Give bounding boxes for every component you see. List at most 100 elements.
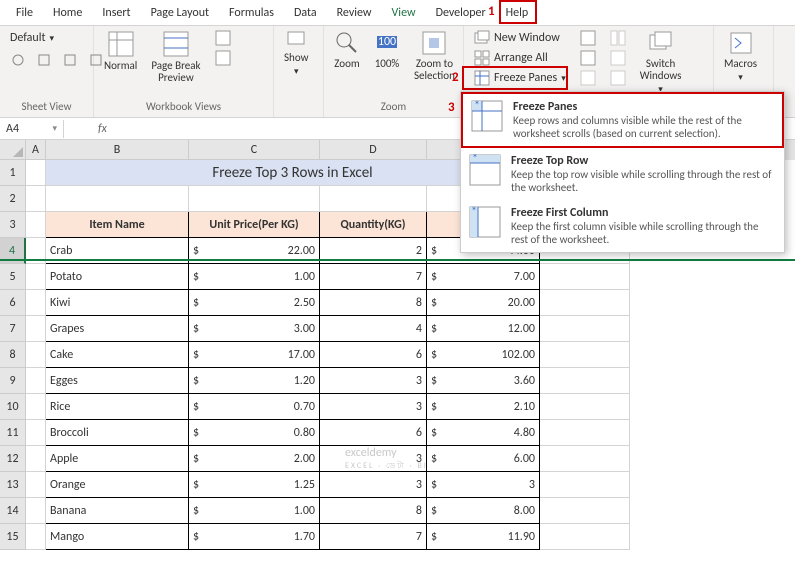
cell-name[interactable]: Egges — [46, 368, 189, 394]
cell-price[interactable]: $1.00 — [189, 264, 320, 290]
fx-icon[interactable]: fx — [90, 122, 115, 136]
cell-qty[interactable]: 3 — [320, 446, 427, 472]
cell-name[interactable]: Rice — [46, 394, 189, 420]
row-8[interactable]: 8 — [0, 342, 26, 368]
cell-qty[interactable]: 4 — [320, 316, 427, 342]
row-3[interactable]: 3 — [0, 212, 26, 238]
split-icon[interactable] — [576, 28, 600, 48]
tab-review[interactable]: Review — [327, 3, 382, 25]
macros-button[interactable]: Macros▾ — [720, 28, 761, 85]
row-15[interactable]: 15 — [0, 524, 26, 550]
select-all[interactable] — [0, 140, 26, 160]
cell-total[interactable]: $3.60 — [427, 368, 540, 394]
sheetview-exit-icon[interactable] — [32, 50, 56, 70]
unhide-icon[interactable] — [576, 68, 600, 88]
tab-data[interactable]: Data — [284, 3, 327, 25]
row-13[interactable]: 13 — [0, 472, 26, 498]
cell-total[interactable]: $12.00 — [427, 316, 540, 342]
freeze-panes-option[interactable]: * Freeze PanesKeep rows and columns visi… — [461, 92, 784, 148]
cell-name[interactable]: Kiwi — [46, 290, 189, 316]
header-item[interactable]: Item Name — [46, 212, 189, 238]
row-2[interactable]: 2 — [0, 186, 26, 212]
freeze-top-row-option[interactable]: * Freeze Top RowKeep the top row visible… — [461, 148, 784, 200]
cell-price[interactable]: $2.50 — [189, 290, 320, 316]
cell-total[interactable]: $20.00 — [427, 290, 540, 316]
cell-qty[interactable]: 8 — [320, 290, 427, 316]
cell-qty[interactable]: 3 — [320, 394, 427, 420]
tab-home[interactable]: Home — [43, 3, 92, 25]
sheetview-keep-icon[interactable] — [6, 50, 30, 70]
cell-name[interactable]: Broccoli — [46, 420, 189, 446]
cell-price[interactable]: $1.70 — [189, 524, 320, 550]
col-B[interactable]: B — [46, 140, 189, 160]
cell-price[interactable]: $17.00 — [189, 342, 320, 368]
sidebyside-icon[interactable] — [606, 28, 630, 48]
cell-qty[interactable]: 8 — [320, 498, 427, 524]
row-6[interactable]: 6 — [0, 290, 26, 316]
tab-insert[interactable]: Insert — [92, 3, 140, 25]
row-14[interactable]: 14 — [0, 498, 26, 524]
cell-price[interactable]: $1.00 — [189, 498, 320, 524]
tab-pagelayout[interactable]: Page Layout — [141, 3, 219, 25]
cell-qty[interactable]: 6 — [320, 342, 427, 368]
cell-qty[interactable]: 7 — [320, 264, 427, 290]
normal-view-button[interactable]: Normal — [100, 28, 141, 74]
freeze-first-col-option[interactable]: * Freeze First ColumnKeep the first colu… — [461, 200, 784, 252]
tab-formulas[interactable]: Formulas — [219, 3, 284, 25]
cell-name[interactable]: Mango — [46, 524, 189, 550]
row-10[interactable]: 10 — [0, 394, 26, 420]
cell-qty[interactable]: 7 — [320, 524, 427, 550]
cell-name[interactable]: Cake — [46, 342, 189, 368]
header-qty[interactable]: Quantity(KG) — [320, 212, 427, 238]
pagebreak-button[interactable]: Page Break Preview — [147, 28, 204, 86]
col-C[interactable]: C — [189, 140, 320, 160]
switch-windows-button[interactable]: Switch Windows▾ — [636, 28, 686, 97]
cell-total[interactable]: $3 — [427, 472, 540, 498]
cell-total[interactable]: $8.00 — [427, 498, 540, 524]
cell-price[interactable]: $2.00 — [189, 446, 320, 472]
row-11[interactable]: 11 — [0, 420, 26, 446]
header-price[interactable]: Unit Price(Per KG) — [189, 212, 320, 238]
cell-price[interactable]: $0.80 — [189, 420, 320, 446]
cell-name[interactable]: Grapes — [46, 316, 189, 342]
cell-total[interactable]: $4.80 — [427, 420, 540, 446]
sheetview-default[interactable]: Default ▾ — [6, 28, 58, 48]
cell-qty[interactable]: 6 — [320, 420, 427, 446]
cell-price[interactable]: $0.70 — [189, 394, 320, 420]
sheetview-new-icon[interactable] — [58, 50, 82, 70]
cell-total[interactable]: $7.00 — [427, 264, 540, 290]
cell-qty[interactable]: 3 — [320, 368, 427, 394]
cell-total[interactable]: $2.10 — [427, 394, 540, 420]
syncscroll-icon[interactable] — [606, 48, 630, 68]
row-1[interactable]: 1 — [0, 160, 26, 186]
cell-total[interactable]: $102.00 — [427, 342, 540, 368]
col-A[interactable]: A — [26, 140, 46, 160]
tab-view[interactable]: View — [382, 3, 426, 25]
new-window-button[interactable]: New Window — [470, 28, 570, 48]
show-button[interactable]: Show▾ — [280, 28, 312, 79]
cell-price[interactable]: $1.25 — [189, 472, 320, 498]
cell-name[interactable]: Apple — [46, 446, 189, 472]
cell-qty[interactable]: 3 — [320, 472, 427, 498]
pagelayout-icon[interactable] — [211, 28, 235, 48]
tab-file[interactable]: File — [6, 3, 43, 25]
tab-help[interactable]: Help — [496, 3, 539, 25]
zoom-selection-button[interactable]: Zoom to Selection — [410, 28, 459, 84]
tab-developer[interactable]: Developer — [426, 3, 496, 25]
col-D[interactable]: D — [320, 140, 427, 160]
cell-name[interactable]: Orange — [46, 472, 189, 498]
row-5[interactable]: 5 — [0, 264, 26, 290]
name-box[interactable]: A4▾ — [0, 120, 64, 138]
customviews-icon[interactable] — [211, 48, 235, 68]
cell-price[interactable]: $1.20 — [189, 368, 320, 394]
resetpos-icon[interactable] — [606, 68, 630, 88]
cell-total[interactable]: $11.90 — [427, 524, 540, 550]
cell-total[interactable]: $6.00 — [427, 446, 540, 472]
cell-price[interactable]: $3.00 — [189, 316, 320, 342]
cell-name[interactable]: Potato — [46, 264, 189, 290]
arrange-all-button[interactable]: Arrange All — [470, 48, 570, 68]
zoom-button[interactable]: Zoom — [330, 28, 364, 72]
row-12[interactable]: 12 — [0, 446, 26, 472]
zoom-100-button[interactable]: 100 100% — [370, 28, 404, 72]
hide-icon[interactable] — [576, 48, 600, 68]
